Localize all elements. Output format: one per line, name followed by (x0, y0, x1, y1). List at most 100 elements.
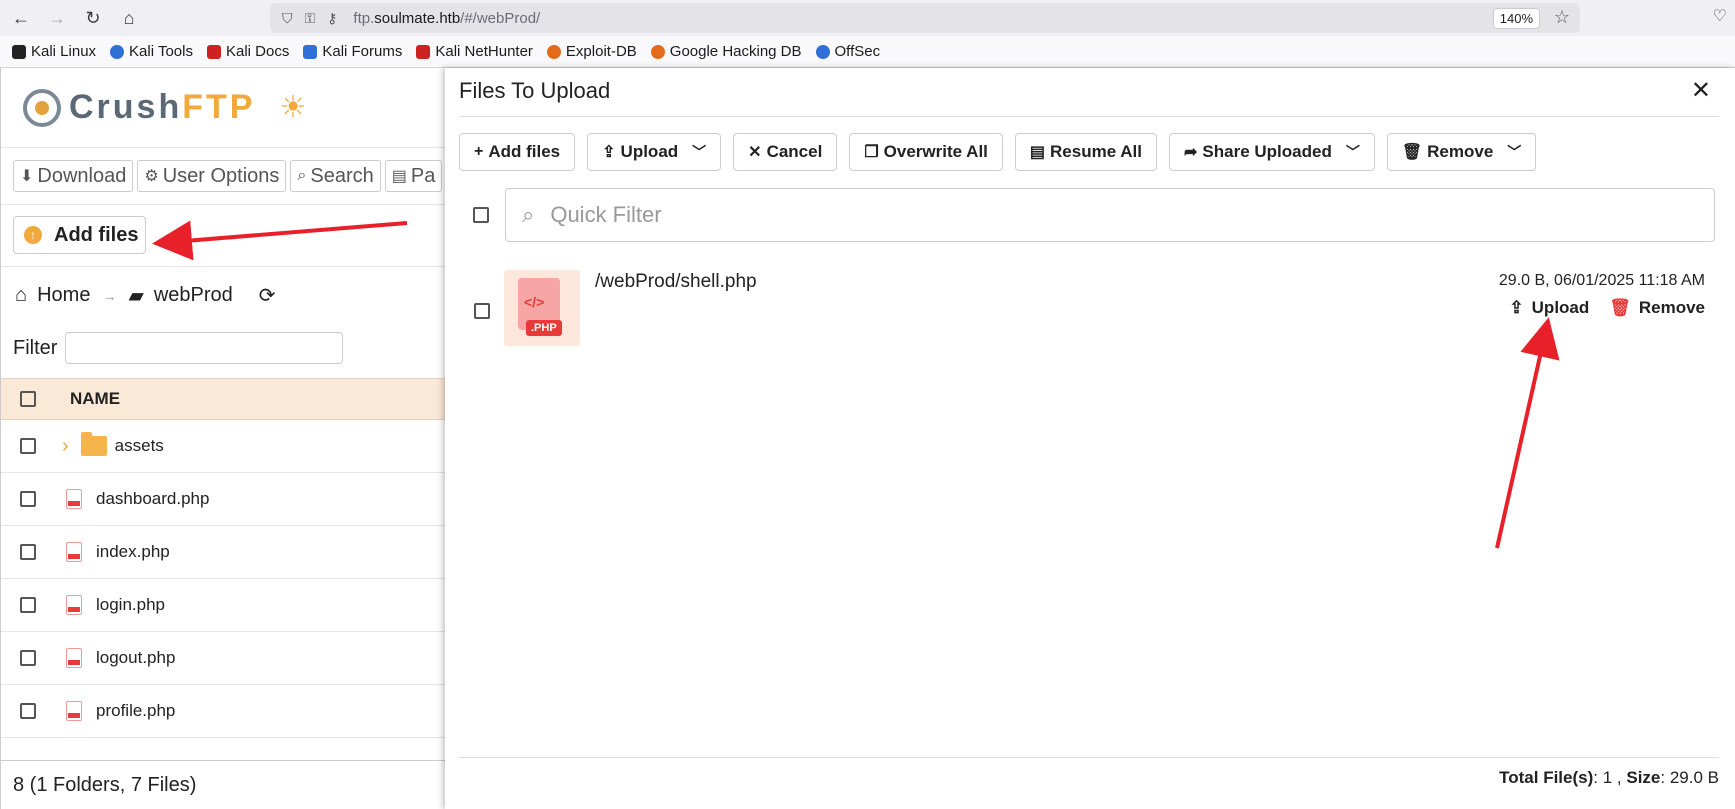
table-row[interactable]: login.php (1, 579, 446, 632)
select-all-checkbox[interactable] (473, 207, 489, 223)
row-checkbox[interactable] (20, 544, 36, 560)
url-prefix: ftp. (353, 9, 375, 27)
remove-label: Remove (1427, 142, 1494, 161)
download-icon: ⬇ (20, 168, 34, 185)
dialog-toolbar: + Add files ⇪ Upload ﹀ ✕ Cancel ❐ Overwrite A… (459, 133, 1537, 171)
permissions-icon[interactable]: ⚿ (305, 10, 316, 27)
upload-summary: Total File(s): 1 , Size: 29.0 B (1499, 768, 1719, 788)
kali-docs-icon (206, 44, 221, 59)
file-name[interactable]: profile.php (96, 701, 175, 721)
cancel-label: Cancel (766, 142, 823, 161)
upload-dropdown-button[interactable]: ⇪ Upload ﹀ (587, 133, 722, 171)
upload-file-button[interactable]: ⇪ Upload (1509, 298, 1589, 318)
upload-label: Upload (620, 142, 679, 161)
zoom-level[interactable]: 140% (1492, 8, 1540, 29)
crushftp-logo[interactable]: CrushFTP ☀ (23, 88, 306, 127)
bookmark-google-hacking-db[interactable]: Google Hacking DB (650, 43, 802, 60)
row-checkbox[interactable] (20, 650, 36, 666)
table-row[interactable]: › assets (1, 420, 446, 473)
file-checkbox[interactable] (474, 303, 490, 319)
add-files-button[interactable]: ↑ Add files (13, 216, 146, 254)
url-bar[interactable]: ⛉ ⚿ ⚷ ftp.soulmate.htb/#/webProd/ 140% ☆ (270, 3, 1580, 33)
bookmark-kali-docs[interactable]: Kali Docs (206, 43, 289, 60)
table-row[interactable]: profile.php (1, 685, 446, 738)
add-files-button[interactable]: + Add files (459, 133, 576, 171)
chevron-right-icon[interactable]: › (62, 435, 69, 458)
column-name-header[interactable]: NAME (70, 389, 120, 409)
row-checkbox[interactable] (20, 703, 36, 719)
action-bar: ⬇ Download ⚙ User Options ⌕ Search ▤ Pa (1, 147, 446, 205)
paste-button[interactable]: ▤ Pa (384, 160, 443, 192)
filter-input[interactable] (65, 332, 344, 364)
row-checkbox[interactable] (20, 438, 36, 454)
reload-icon[interactable]: ↻ (78, 3, 108, 33)
forward-icon[interactable]: → (42, 3, 72, 33)
url-host: soulmate.htb (374, 9, 461, 27)
file-actions: ⇪ Upload 🗑 Remove (1509, 298, 1705, 318)
row-checkbox[interactable] (20, 491, 36, 507)
php-file-icon (66, 595, 82, 615)
total-files-value: : 1 , (1593, 768, 1622, 787)
file-name[interactable]: login.php (96, 595, 165, 615)
file-name[interactable]: assets (115, 436, 164, 456)
table-row[interactable]: logout.php (1, 632, 446, 685)
php-file-thumbnail: </> .PHP (504, 270, 580, 346)
table-row[interactable]: index.php (1, 526, 446, 579)
remove-file-button[interactable]: 🗑 Remove (1609, 298, 1705, 318)
upload-icon: ⇪ (1509, 298, 1524, 317)
home-icon[interactable]: ⌂ (15, 284, 27, 307)
breadcrumb-separator-icon: → (102, 287, 117, 304)
user-options-button[interactable]: ⚙ User Options (137, 160, 287, 192)
close-icon[interactable]: ✕ (1691, 76, 1711, 105)
file-name[interactable]: dashboard.php (96, 489, 209, 509)
paste-label: Pa (410, 164, 436, 187)
breadcrumb-home[interactable]: Home (37, 284, 90, 307)
row-checkbox[interactable] (20, 597, 36, 613)
bookmark-star-icon[interactable]: ☆ (1554, 7, 1570, 28)
upload-icon: ⇪ (602, 144, 616, 161)
exploit-db-icon (546, 44, 561, 59)
theme-toggle-sun-icon[interactable]: ☀ (279, 90, 306, 125)
browser-toolbar: ← → ↻ ⌂ ⛉ ⚿ ⚷ ftp.soulmate.htb/#/webProd… (0, 0, 1735, 36)
total-files-label: Total File(s) (1499, 768, 1594, 787)
overwrite-all-button[interactable]: ❐ Overwrite All (849, 133, 1003, 171)
url-text[interactable]: ftp.soulmate.htb/#/webProd/ (353, 10, 540, 27)
breadcrumb-webprod[interactable]: webProd (154, 284, 233, 307)
refresh-icon[interactable]: ⟳ (259, 283, 276, 308)
cancel-button[interactable]: ✕ Cancel (733, 133, 838, 171)
back-icon[interactable]: ← (6, 3, 36, 33)
trash-icon: 🗑 (1401, 144, 1423, 161)
logo-text: CrushFTP (69, 88, 255, 127)
size-value: : 29.0 B (1660, 768, 1719, 787)
kali-forums-icon (303, 44, 318, 59)
download-button[interactable]: ⬇ Download (13, 160, 134, 192)
file-name[interactable]: logout.php (96, 648, 175, 668)
share-uploaded-label: Share Uploaded (1202, 142, 1332, 161)
quick-filter-input[interactable]: ⌕ Quick Filter (505, 188, 1715, 242)
dialog-divider (459, 116, 1719, 117)
bookmark-kali-forums[interactable]: Kali Forums (303, 43, 402, 60)
bookmark-kali-nethunter[interactable]: Kali NetHunter (416, 43, 533, 60)
bookmark-label: Exploit-DB (565, 43, 637, 60)
select-all-checkbox[interactable] (20, 391, 36, 407)
ghdb-icon (650, 44, 665, 59)
resume-all-button[interactable]: ▤ Resume All (1014, 133, 1157, 171)
share-uploaded-button[interactable]: ➦ Share Uploaded ﹀ (1169, 133, 1375, 171)
file-name[interactable]: index.php (96, 542, 170, 562)
filter-label: Filter (13, 336, 58, 359)
folder-icon: ▰ (128, 285, 144, 307)
pocket-icon[interactable]: ♡ (1713, 6, 1727, 26)
search-button[interactable]: ⌕ Search (290, 160, 381, 192)
remove-dropdown-button[interactable]: 🗑 Remove ﹀ (1386, 133, 1537, 171)
bookmark-kali-linux[interactable]: Kali Linux (12, 43, 96, 60)
paste-icon: ▤ (391, 168, 407, 185)
table-row[interactable]: dashboard.php (1, 473, 446, 526)
chevron-down-icon: ﹀ (1345, 144, 1360, 160)
bookmark-offsec[interactable]: OffSec (815, 43, 880, 60)
bookmarks-bar: Kali Linux Kali Tools Kali Docs Kali For… (0, 36, 1735, 68)
home-icon[interactable]: ⌂ (114, 3, 144, 33)
overwrite-all-label: Overwrite All (883, 142, 988, 161)
kali-linux-icon (12, 44, 26, 59)
bookmark-exploit-db[interactable]: Exploit-DB (546, 43, 637, 60)
bookmark-kali-tools[interactable]: Kali Tools (110, 43, 193, 60)
